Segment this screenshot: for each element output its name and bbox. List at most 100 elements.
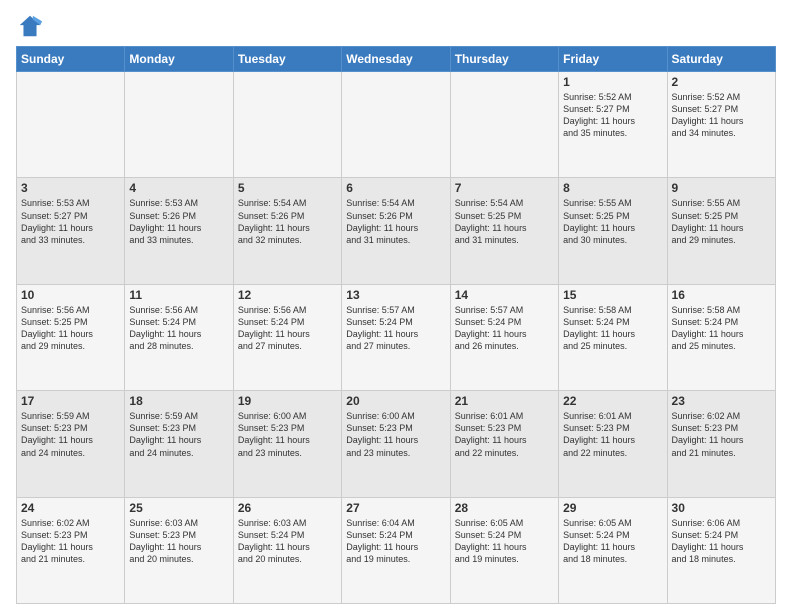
day-number: 2 xyxy=(672,75,771,89)
day-cell-2: 2 Sunrise: 5:52 AM Sunset: 5:27 PM Daylig… xyxy=(667,72,775,178)
calendar: SundayMondayTuesdayWednesdayThursdayFrid… xyxy=(16,46,776,604)
week-row-1: 1 Sunrise: 5:52 AM Sunset: 5:27 PM Daylig… xyxy=(17,72,776,178)
day-number: 15 xyxy=(563,288,662,302)
day-info: Sunrise: 6:00 AM Sunset: 5:23 PM Dayligh… xyxy=(346,410,445,459)
day-number: 11 xyxy=(129,288,228,302)
day-number: 20 xyxy=(346,394,445,408)
empty-cell xyxy=(233,72,341,178)
calendar-table: SundayMondayTuesdayWednesdayThursdayFrid… xyxy=(16,46,776,604)
day-cell-8: 8 Sunrise: 5:55 AM Sunset: 5:25 PM Daylig… xyxy=(559,178,667,284)
header xyxy=(16,12,776,40)
day-number: 9 xyxy=(672,181,771,195)
day-info: Sunrise: 5:52 AM Sunset: 5:27 PM Dayligh… xyxy=(672,91,771,140)
week-row-2: 3 Sunrise: 5:53 AM Sunset: 5:27 PM Daylig… xyxy=(17,178,776,284)
day-number: 10 xyxy=(21,288,120,302)
day-info: Sunrise: 5:56 AM Sunset: 5:24 PM Dayligh… xyxy=(129,304,228,353)
day-number: 22 xyxy=(563,394,662,408)
logo-icon xyxy=(16,12,44,40)
day-info: Sunrise: 5:55 AM Sunset: 5:25 PM Dayligh… xyxy=(672,197,771,246)
day-cell-5: 5 Sunrise: 5:54 AM Sunset: 5:26 PM Daylig… xyxy=(233,178,341,284)
weekday-header-saturday: Saturday xyxy=(667,47,775,72)
weekday-header-friday: Friday xyxy=(559,47,667,72)
day-number: 3 xyxy=(21,181,120,195)
day-cell-29: 29 Sunrise: 6:05 AM Sunset: 5:24 PM Dayli… xyxy=(559,497,667,603)
day-cell-22: 22 Sunrise: 6:01 AM Sunset: 5:23 PM Dayli… xyxy=(559,391,667,497)
day-cell-11: 11 Sunrise: 5:56 AM Sunset: 5:24 PM Dayli… xyxy=(125,284,233,390)
day-number: 4 xyxy=(129,181,228,195)
day-info: Sunrise: 5:58 AM Sunset: 5:24 PM Dayligh… xyxy=(563,304,662,353)
day-number: 26 xyxy=(238,501,337,515)
day-number: 13 xyxy=(346,288,445,302)
day-info: Sunrise: 5:58 AM Sunset: 5:24 PM Dayligh… xyxy=(672,304,771,353)
day-info: Sunrise: 6:05 AM Sunset: 5:24 PM Dayligh… xyxy=(455,517,554,566)
day-number: 25 xyxy=(129,501,228,515)
day-cell-7: 7Sunrise: 5:54 AM Sunset: 5:25 PM Daylig… xyxy=(450,178,558,284)
day-cell-24: 24Sunrise: 6:02 AM Sunset: 5:23 PM Dayli… xyxy=(17,497,125,603)
day-number: 19 xyxy=(238,394,337,408)
day-info: Sunrise: 5:53 AM Sunset: 5:27 PM Dayligh… xyxy=(21,197,120,246)
page: SundayMondayTuesdayWednesdayThursdayFrid… xyxy=(0,0,792,612)
day-cell-28: 28Sunrise: 6:05 AM Sunset: 5:24 PM Dayli… xyxy=(450,497,558,603)
day-number: 24 xyxy=(21,501,120,515)
day-number: 7 xyxy=(455,181,554,195)
weekday-header-sunday: Sunday xyxy=(17,47,125,72)
day-info: Sunrise: 6:01 AM Sunset: 5:23 PM Dayligh… xyxy=(455,410,554,459)
empty-cell xyxy=(450,72,558,178)
weekday-header-thursday: Thursday xyxy=(450,47,558,72)
day-info: Sunrise: 6:05 AM Sunset: 5:24 PM Dayligh… xyxy=(563,517,662,566)
weekday-header-wednesday: Wednesday xyxy=(342,47,450,72)
day-number: 8 xyxy=(563,181,662,195)
day-cell-18: 18 Sunrise: 5:59 AM Sunset: 5:23 PM Dayli… xyxy=(125,391,233,497)
day-cell-16: 16 Sunrise: 5:58 AM Sunset: 5:24 PM Dayli… xyxy=(667,284,775,390)
day-number: 12 xyxy=(238,288,337,302)
day-cell-1: 1Sunrise: 5:52 AM Sunset: 5:27 PM Daylig… xyxy=(559,72,667,178)
day-cell-17: 17 Sunrise: 5:59 AM Sunset: 5:23 PM Dayli… xyxy=(17,391,125,497)
day-number: 17 xyxy=(21,394,120,408)
day-info: Sunrise: 6:03 AM Sunset: 5:23 PM Dayligh… xyxy=(129,517,228,566)
weekday-header-monday: Monday xyxy=(125,47,233,72)
day-info: Sunrise: 5:59 AM Sunset: 5:23 PM Dayligh… xyxy=(129,410,228,459)
day-info: Sunrise: 5:54 AM Sunset: 5:26 PM Dayligh… xyxy=(238,197,337,246)
day-number: 6 xyxy=(346,181,445,195)
day-cell-4: 4 Sunrise: 5:53 AM Sunset: 5:26 PM Daylig… xyxy=(125,178,233,284)
day-number: 18 xyxy=(129,394,228,408)
day-info: Sunrise: 6:06 AM Sunset: 5:24 PM Dayligh… xyxy=(672,517,771,566)
day-number: 1 xyxy=(563,75,662,89)
day-cell-27: 27Sunrise: 6:04 AM Sunset: 5:24 PM Dayli… xyxy=(342,497,450,603)
day-cell-9: 9 Sunrise: 5:55 AM Sunset: 5:25 PM Daylig… xyxy=(667,178,775,284)
day-number: 29 xyxy=(563,501,662,515)
day-cell-12: 12 Sunrise: 5:56 AM Sunset: 5:24 PM Dayli… xyxy=(233,284,341,390)
day-cell-14: 14 Sunrise: 5:57 AM Sunset: 5:24 PM Dayli… xyxy=(450,284,558,390)
day-number: 14 xyxy=(455,288,554,302)
logo xyxy=(16,12,48,40)
day-info: Sunrise: 5:53 AM Sunset: 5:26 PM Dayligh… xyxy=(129,197,228,246)
day-cell-21: 21 Sunrise: 6:01 AM Sunset: 5:23 PM Dayli… xyxy=(450,391,558,497)
day-number: 16 xyxy=(672,288,771,302)
day-cell-19: 19 Sunrise: 6:00 AM Sunset: 5:23 PM Dayli… xyxy=(233,391,341,497)
day-info: Sunrise: 6:04 AM Sunset: 5:24 PM Dayligh… xyxy=(346,517,445,566)
day-number: 30 xyxy=(672,501,771,515)
empty-cell xyxy=(17,72,125,178)
day-info: Sunrise: 6:00 AM Sunset: 5:23 PM Dayligh… xyxy=(238,410,337,459)
day-cell-13: 13Sunrise: 5:57 AM Sunset: 5:24 PM Dayli… xyxy=(342,284,450,390)
day-number: 23 xyxy=(672,394,771,408)
weekday-header-row: SundayMondayTuesdayWednesdayThursdayFrid… xyxy=(17,47,776,72)
day-cell-25: 25 Sunrise: 6:03 AM Sunset: 5:23 PM Dayli… xyxy=(125,497,233,603)
weekday-header-tuesday: Tuesday xyxy=(233,47,341,72)
day-info: Sunrise: 6:01 AM Sunset: 5:23 PM Dayligh… xyxy=(563,410,662,459)
day-cell-20: 20 Sunrise: 6:00 AM Sunset: 5:23 PM Dayli… xyxy=(342,391,450,497)
day-number: 21 xyxy=(455,394,554,408)
day-cell-15: 15 Sunrise: 5:58 AM Sunset: 5:24 PM Dayli… xyxy=(559,284,667,390)
day-number: 5 xyxy=(238,181,337,195)
day-cell-3: 3 Sunrise: 5:53 AM Sunset: 5:27 PM Daylig… xyxy=(17,178,125,284)
day-info: Sunrise: 5:59 AM Sunset: 5:23 PM Dayligh… xyxy=(21,410,120,459)
day-info: Sunrise: 6:03 AM Sunset: 5:24 PM Dayligh… xyxy=(238,517,337,566)
day-info: Sunrise: 5:56 AM Sunset: 5:24 PM Dayligh… xyxy=(238,304,337,353)
day-cell-10: 10Sunrise: 5:56 AM Sunset: 5:25 PM Dayli… xyxy=(17,284,125,390)
week-row-4: 17 Sunrise: 5:59 AM Sunset: 5:23 PM Dayli… xyxy=(17,391,776,497)
empty-cell xyxy=(125,72,233,178)
empty-cell xyxy=(342,72,450,178)
day-info: Sunrise: 5:54 AM Sunset: 5:26 PM Dayligh… xyxy=(346,197,445,246)
day-info: Sunrise: 5:57 AM Sunset: 5:24 PM Dayligh… xyxy=(455,304,554,353)
day-info: Sunrise: 5:55 AM Sunset: 5:25 PM Dayligh… xyxy=(563,197,662,246)
